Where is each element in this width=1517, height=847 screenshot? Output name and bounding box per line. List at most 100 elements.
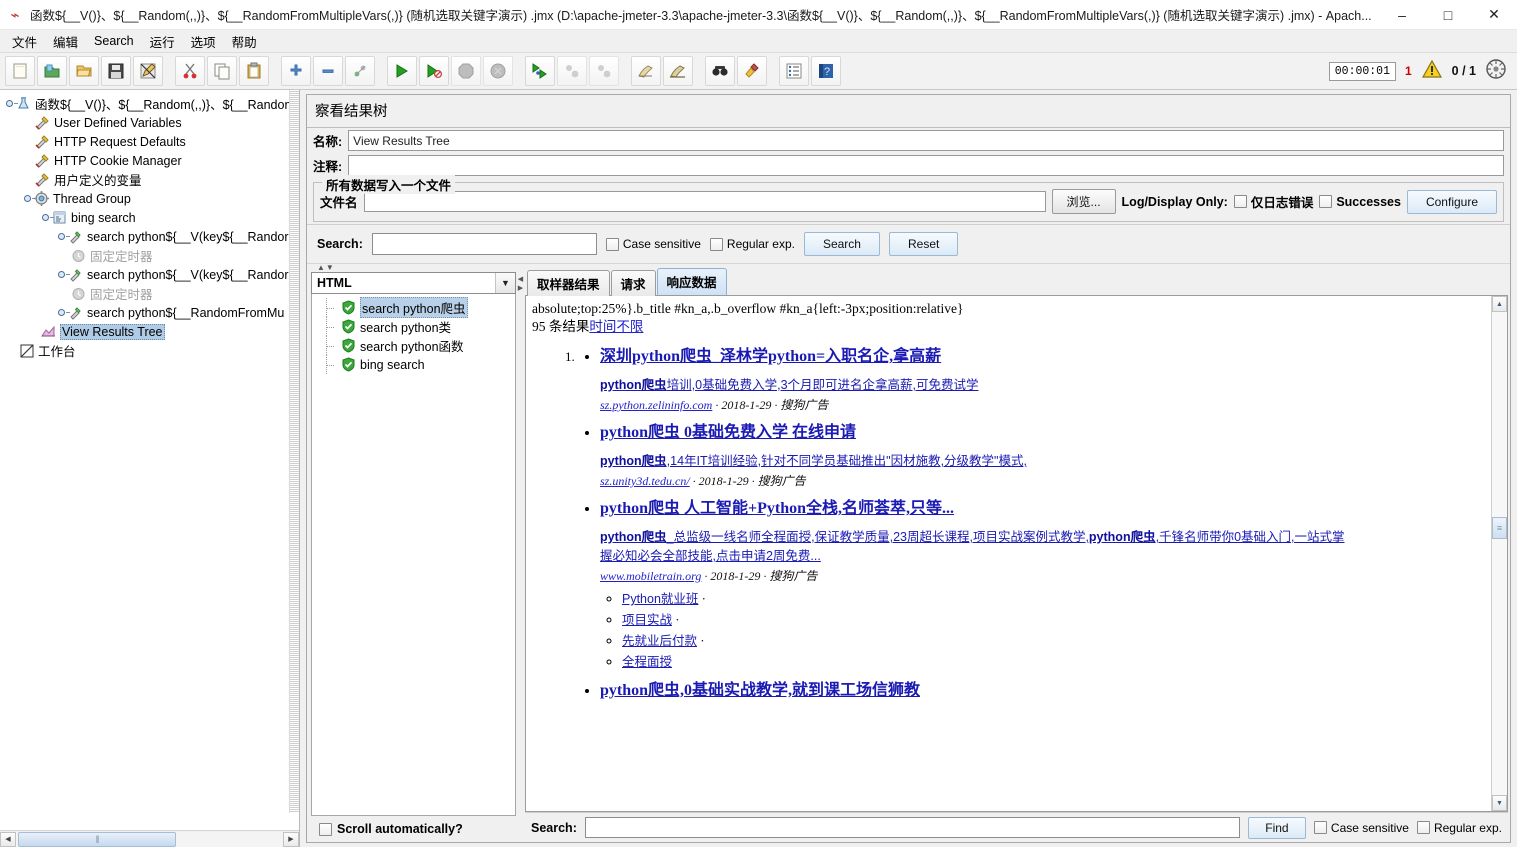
tab-response-data[interactable]: 响应数据: [656, 268, 727, 295]
remote-engines-icon[interactable]: [1485, 58, 1507, 85]
successes-checkbox[interactable]: Successes: [1319, 195, 1401, 209]
find-button[interactable]: Find: [1247, 816, 1306, 839]
scroll-right-arrow-icon[interactable]: ▶: [283, 831, 299, 847]
sublink[interactable]: 项目实战: [622, 613, 672, 627]
response-vertical-scrollbar[interactable]: ▲ ▼: [1491, 296, 1507, 811]
ad-url[interactable]: sz.unity3d.tedu.cn/: [600, 474, 690, 488]
find-case-sensitive-checkbox[interactable]: Case sensitive: [1313, 821, 1409, 835]
expand-handle-icon[interactable]: [56, 269, 70, 280]
menu-edit[interactable]: 编辑: [45, 30, 86, 53]
checkbox-box[interactable]: [1319, 195, 1333, 208]
tab-request[interactable]: 请求: [610, 270, 656, 296]
tree-node-http-request-defaults[interactable]: HTTP Request Defaults: [0, 132, 299, 151]
tree-vertical-scrollbar[interactable]: [289, 90, 299, 813]
test-plan-tree[interactable]: 函数${__V()}、${__Random(,,)}、${__Random Us…: [0, 90, 299, 830]
tree-node-user-defined-variables[interactable]: User Defined Variables: [0, 113, 299, 132]
toolbar-save-as[interactable]: [133, 56, 163, 86]
tree-node-workbench[interactable]: 工作台: [0, 341, 299, 360]
scroll-thumb[interactable]: [18, 831, 176, 847]
find-input[interactable]: [584, 817, 1240, 838]
errors-only-checkbox[interactable]: 仅日志错误: [1233, 192, 1313, 211]
toolbar-copy[interactable]: [207, 56, 237, 86]
toolbar-save[interactable]: [101, 56, 131, 86]
results-tree[interactable]: search python爬虫 search python类 search py…: [311, 294, 516, 816]
chevron-down-icon[interactable]: ▼: [495, 273, 515, 293]
search-input[interactable]: [371, 233, 597, 255]
scroll-left-arrow-icon[interactable]: ◀: [0, 831, 16, 847]
checkbox-box[interactable]: [1313, 821, 1327, 834]
menu-help[interactable]: 帮助: [224, 30, 265, 53]
ad-title-link[interactable]: python爬虫 人工智能+Python全栈,名师荟萃,只等...: [600, 498, 1485, 520]
expand-handle-icon[interactable]: [4, 98, 18, 109]
tree-horizontal-scrollbar[interactable]: ◀ ▶: [0, 830, 299, 847]
toolbar-start[interactable]: [387, 56, 417, 86]
expand-handle-icon[interactable]: [40, 212, 54, 223]
menu-run[interactable]: 运行: [142, 30, 183, 53]
renderer-select[interactable]: HTML ▼: [311, 272, 516, 294]
checkbox-box[interactable]: [319, 822, 332, 836]
checkbox-box[interactable]: [1233, 195, 1247, 208]
list-item[interactable]: search python爬虫: [312, 297, 515, 318]
toolbar-templates[interactable]: [37, 56, 67, 86]
list-item[interactable]: search python类: [312, 317, 515, 336]
sublink[interactable]: Python就业班: [622, 592, 698, 606]
tree-node-sampler-1[interactable]: search python${__V(key${__Randor: [0, 227, 299, 246]
menu-file[interactable]: 文件: [4, 30, 45, 53]
time-filter-link[interactable]: 时间不限: [589, 319, 643, 334]
toolbar-collapse-all[interactable]: [313, 56, 343, 86]
toolbar-paste[interactable]: [239, 56, 269, 86]
ad-url[interactable]: sz.python.zelininfo.com: [600, 398, 712, 412]
toolbar-toggle[interactable]: [345, 56, 375, 86]
warning-triangle-icon[interactable]: [1421, 59, 1443, 84]
search-regex-checkbox[interactable]: Regular exp.: [709, 237, 795, 251]
splitter-up-arrow-icon[interactable]: ▲: [317, 264, 325, 272]
find-regex-checkbox[interactable]: Regular exp.: [1416, 821, 1502, 835]
sublink[interactable]: 全程面授: [622, 655, 672, 669]
toolbar-cut[interactable]: [175, 56, 205, 86]
tree-node-view-results-tree[interactable]: View Results Tree: [0, 322, 299, 341]
search-case-sensitive-checkbox[interactable]: Case sensitive: [605, 237, 701, 251]
panel-splitter[interactable]: ▲ ▼: [307, 263, 1510, 272]
list-item[interactable]: search python函数: [312, 336, 515, 355]
expand-handle-icon[interactable]: [56, 231, 70, 242]
ad-title-link[interactable]: 深圳python爬虫_泽林学python=入职名企,拿高薪: [600, 346, 1485, 368]
maximize-button[interactable]: □: [1425, 0, 1471, 30]
checkbox-box[interactable]: [709, 237, 723, 251]
expand-handle-icon[interactable]: [22, 193, 36, 204]
filename-input[interactable]: [363, 191, 1046, 212]
ad-title-link[interactable]: python爬虫,0基础实战教学,就到课工场信狮教: [600, 680, 1485, 702]
sublink[interactable]: 先就业后付款: [622, 634, 697, 648]
reset-button[interactable]: Reset: [888, 232, 959, 256]
scroll-down-arrow-icon[interactable]: ▼: [1492, 795, 1507, 811]
menu-options[interactable]: 选项: [183, 30, 224, 53]
ad-title-link[interactable]: python爬虫 0基础免费入学 在线申请: [600, 422, 1485, 444]
tree-node-timer-1[interactable]: 固定定时器: [0, 246, 299, 265]
toolbar-clear-all[interactable]: [663, 56, 693, 86]
tree-node-thread-group[interactable]: Thread Group: [0, 189, 299, 208]
tab-sampler-result[interactable]: 取样器结果: [527, 270, 610, 296]
tree-node-sampler-2[interactable]: search python${__V(key${__Randor: [0, 265, 299, 284]
expand-handle-icon[interactable]: [56, 307, 70, 318]
tree-node-user-variables-cn[interactable]: 用户定义的变量: [0, 170, 299, 189]
toolbar-function-helper[interactable]: [779, 56, 809, 86]
minimize-button[interactable]: –: [1379, 0, 1425, 30]
ad-url[interactable]: www.mobiletrain.org: [600, 569, 701, 583]
checkbox-box[interactable]: [605, 237, 619, 251]
search-button[interactable]: Search: [803, 232, 880, 256]
scroll-track[interactable]: [1492, 312, 1507, 795]
toolbar-clear[interactable]: [631, 56, 661, 86]
splitter-right-arrow-icon[interactable]: ▶: [518, 285, 523, 293]
browse-button[interactable]: 浏览...: [1051, 189, 1116, 214]
toolbar-open[interactable]: [69, 56, 99, 86]
scroll-automatically-checkbox[interactable]: Scroll automatically?: [311, 816, 516, 842]
toolbar-reset-search[interactable]: [737, 56, 767, 86]
scroll-up-arrow-icon[interactable]: ▲: [1492, 296, 1507, 312]
scroll-thumb[interactable]: [1492, 517, 1507, 539]
splitter-left-arrow-icon[interactable]: ◀: [518, 276, 523, 284]
comment-input[interactable]: [348, 155, 1504, 176]
toolbar-start-no-timers[interactable]: [419, 56, 449, 86]
tree-node-http-cookie-manager[interactable]: HTTP Cookie Manager: [0, 151, 299, 170]
tree-node-test-plan[interactable]: 函数${__V()}、${__Random(,,)}、${__Random: [0, 94, 299, 113]
name-input[interactable]: [348, 130, 1504, 151]
scroll-track[interactable]: [16, 831, 283, 847]
